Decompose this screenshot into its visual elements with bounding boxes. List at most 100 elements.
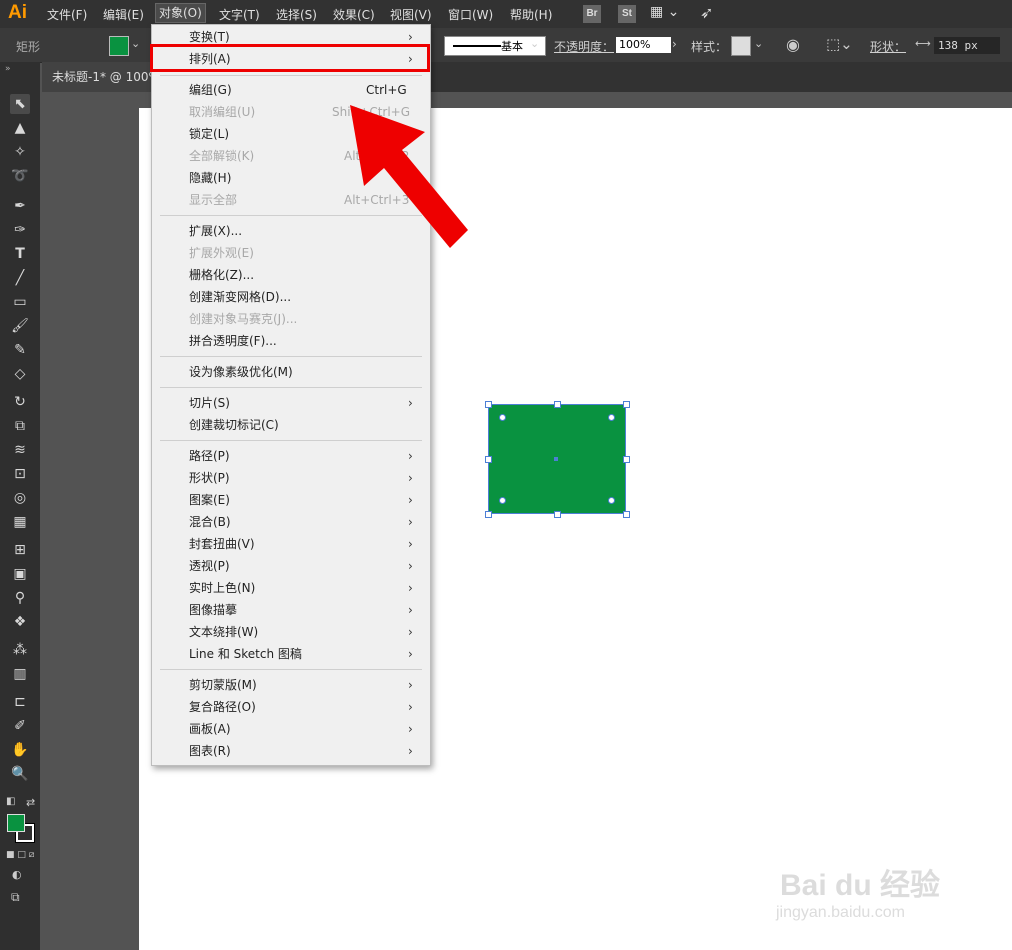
zoom-tool-icon[interactable]: 🔍 — [10, 764, 30, 784]
curvature-tool-icon[interactable]: ✑ — [10, 220, 30, 240]
chevron-right-icon: › — [408, 537, 413, 551]
menu-edit[interactable]: 编辑(E) — [103, 6, 144, 23]
corner-radius-widget[interactable] — [608, 414, 615, 421]
color-mode-icons[interactable]: ■ □ ⧄ — [6, 850, 34, 860]
menu-item-pattern[interactable]: 图案(E) › — [152, 489, 430, 511]
menu-separator — [160, 356, 422, 357]
menu-object[interactable]: 对象(O) — [155, 3, 206, 23]
chevron-right-icon[interactable]: › — [672, 37, 677, 51]
default-colors-icon[interactable]: ◧ — [6, 796, 15, 807]
menu-item-create-trim-marks[interactable]: 创建裁切标记(C) — [152, 414, 430, 436]
corner-radius-widget[interactable] — [499, 497, 506, 504]
menu-item-make-pixel-perfect[interactable]: 设为像素级优化(M) — [152, 361, 430, 383]
menu-item-compound-path[interactable]: 复合路径(O) › — [152, 696, 430, 718]
resize-handle[interactable] — [623, 511, 630, 518]
menu-item-perspective[interactable]: 透视(P) › — [152, 555, 430, 577]
menu-effect[interactable]: 效果(C) — [333, 6, 375, 23]
recolor-icon[interactable]: ◉ — [786, 35, 800, 54]
chevron-down-icon[interactable]: ⌄ — [754, 37, 763, 50]
direct-selection-tool-icon[interactable]: ▲ — [10, 118, 30, 138]
align-icon[interactable]: ⬚⌄ — [826, 35, 853, 53]
baidu-watermark: Bai du 经验 — [780, 869, 941, 902]
warp-tool-icon[interactable]: ≋ — [10, 440, 30, 460]
selection-tool-icon[interactable]: ⬉ — [10, 94, 30, 114]
menu-item-group[interactable]: 编组(G) Ctrl+G — [152, 79, 430, 101]
menu-item-line-and-sketch[interactable]: Line 和 Sketch 图稿 › — [152, 643, 430, 665]
menu-item-slice[interactable]: 切片(S) › — [152, 392, 430, 414]
chevron-right-icon: › — [408, 581, 413, 595]
chevron-down-icon[interactable]: ⌄ — [131, 37, 140, 50]
paintbrush-tool-icon[interactable]: 🖌 — [10, 316, 30, 336]
artboard-tool-icon[interactable]: ⊏ — [10, 692, 30, 712]
collapse-panel-icon[interactable]: » — [5, 64, 11, 74]
highlight-box — [150, 44, 430, 72]
resize-handle[interactable] — [623, 401, 630, 408]
resize-handle[interactable] — [554, 401, 561, 408]
menu-item-flatten-transparency[interactable]: 拼合透明度(F)... — [152, 330, 430, 352]
menu-item-graph[interactable]: 图表(R) › — [152, 740, 430, 762]
free-transform-tool-icon[interactable]: ⊡ — [10, 464, 30, 484]
menu-item-artboards[interactable]: 画板(A) › — [152, 718, 430, 740]
resize-handle[interactable] — [485, 401, 492, 408]
menu-item-clipping-mask[interactable]: 剪切蒙版(M) › — [152, 674, 430, 696]
magic-wand-tool-icon[interactable]: ✧ — [10, 142, 30, 162]
fill-color-box[interactable] — [7, 814, 25, 832]
menu-select[interactable]: 选择(S) — [276, 6, 317, 23]
blend-tool-icon[interactable]: ❖ — [10, 612, 30, 632]
menu-window[interactable]: 窗口(W) — [448, 6, 493, 23]
menu-file[interactable]: 文件(F) — [47, 6, 87, 23]
hand-tool-icon[interactable]: ✋ — [10, 740, 30, 760]
menu-item-rasterize[interactable]: 栅格化(Z)... — [152, 264, 430, 286]
chevron-down-icon[interactable]: ⌄ — [530, 37, 539, 50]
scale-tool-icon[interactable]: ⧉ — [10, 416, 30, 436]
shape-label[interactable]: 形状： — [870, 38, 906, 55]
resize-handle[interactable] — [623, 456, 630, 463]
fill-color-swatch[interactable] — [109, 36, 129, 56]
perspective-grid-tool-icon[interactable]: ▦ — [10, 512, 30, 532]
eyedropper-tool-icon[interactable]: ⚲ — [10, 588, 30, 608]
swap-colors-icon[interactable]: ⇄ — [26, 796, 35, 809]
line-tool-icon[interactable]: ╱ — [10, 268, 30, 288]
slice-tool-icon[interactable]: ✐ — [10, 716, 30, 736]
menu-item-text-wrap[interactable]: 文本绕排(W) › — [152, 621, 430, 643]
gradient-tool-icon[interactable]: ▣ — [10, 564, 30, 584]
menu-item-create-object-mosaic[interactable]: 创建对象马赛克(J)... — [152, 308, 430, 330]
bridge-icon[interactable]: Br — [583, 5, 601, 23]
shape-builder-tool-icon[interactable]: ◎ — [10, 488, 30, 508]
menu-item-create-gradient-mesh[interactable]: 创建渐变网格(D)... — [152, 286, 430, 308]
resize-handle[interactable] — [554, 511, 561, 518]
menu-type[interactable]: 文字(T) — [219, 6, 260, 23]
column-graph-tool-icon[interactable]: ▥ — [10, 664, 30, 684]
corner-radius-widget[interactable] — [608, 497, 615, 504]
shaper-tool-icon[interactable]: ✎ — [10, 340, 30, 360]
menu-view[interactable]: 视图(V) — [390, 6, 432, 23]
corner-radius-widget[interactable] — [499, 414, 506, 421]
rectangle-tool-icon[interactable]: ▭ — [10, 292, 30, 312]
opacity-label[interactable]: 不透明度： — [554, 38, 614, 55]
resize-handle[interactable] — [485, 456, 492, 463]
type-tool-icon[interactable]: T — [10, 244, 30, 264]
chevron-right-icon: › — [408, 722, 413, 736]
draw-mode-icon[interactable]: ◐ — [12, 868, 22, 881]
graphic-style-swatch[interactable] — [731, 36, 751, 56]
menu-item-live-paint[interactable]: 实时上色(N) › — [152, 577, 430, 599]
menu-help[interactable]: 帮助(H) — [510, 6, 552, 23]
stock-icon[interactable]: St — [618, 5, 636, 23]
lasso-tool-icon[interactable]: ➰ — [10, 166, 30, 186]
mesh-tool-icon[interactable]: ⊞ — [10, 540, 30, 560]
resize-handle[interactable] — [485, 511, 492, 518]
menu-item-shape[interactable]: 形状(P) › — [152, 467, 430, 489]
opacity-input[interactable]: 100% — [616, 37, 671, 53]
screen-mode-icon[interactable]: ⧉ — [11, 890, 20, 905]
symbol-sprayer-tool-icon[interactable]: ⁂ — [10, 640, 30, 660]
menu-item-envelope-distort[interactable]: 封套扭曲(V) › — [152, 533, 430, 555]
rocket-icon[interactable]: ➶ — [700, 3, 713, 22]
width-input[interactable]: 138 px — [934, 37, 1000, 54]
workspace-switcher-icon[interactable]: ▦ ⌄ — [650, 4, 679, 20]
eraser-tool-icon[interactable]: ◇ — [10, 364, 30, 384]
menu-item-blend[interactable]: 混合(B) › — [152, 511, 430, 533]
menu-item-image-trace[interactable]: 图像描摹 › — [152, 599, 430, 621]
pen-tool-icon[interactable]: ✒ — [10, 196, 30, 216]
rotate-tool-icon[interactable]: ↻ — [10, 392, 30, 412]
menu-item-path[interactable]: 路径(P) › — [152, 445, 430, 467]
